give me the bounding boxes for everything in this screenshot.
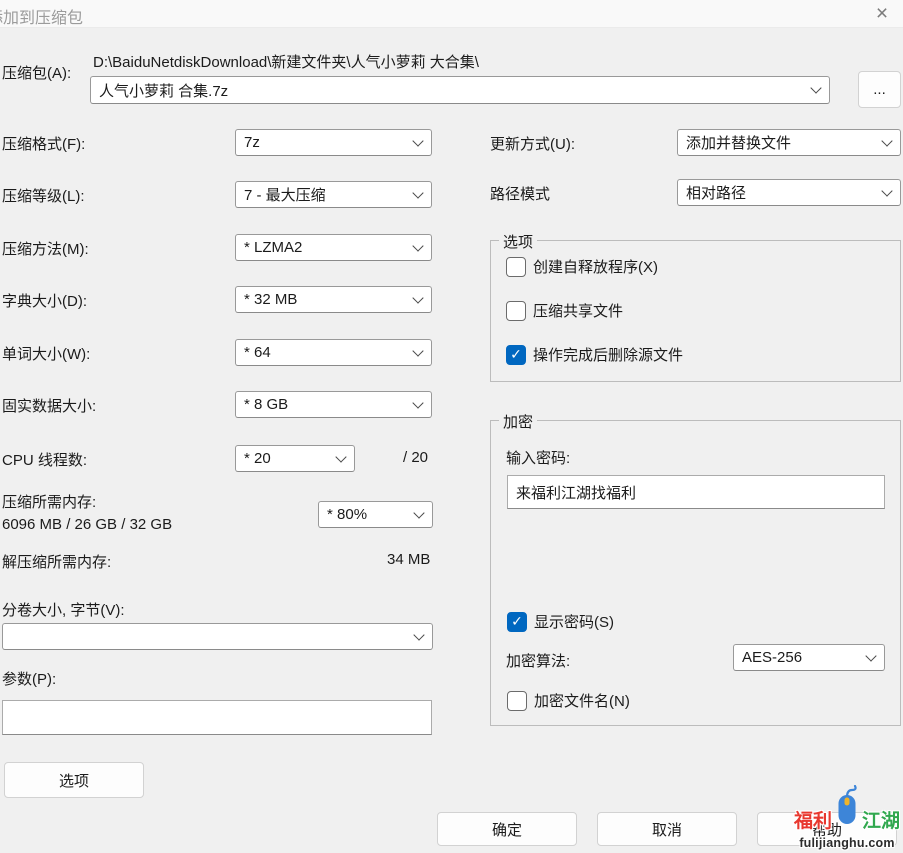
chevron-down-icon [881, 185, 892, 196]
memory-decompress-value: 34 MB [387, 551, 430, 568]
chevron-down-icon [412, 397, 423, 408]
memory-percent-value: * 80% [327, 506, 367, 523]
archive-label: 压缩包(A): [2, 62, 71, 83]
parameters-label: 参数(P): [2, 668, 56, 689]
method-label: 压缩方法(M): [2, 238, 89, 259]
cancel-button[interactable]: 取消 [597, 812, 737, 846]
memory-percent-combobox[interactable]: * 80% [318, 501, 433, 528]
dictionary-value: * 32 MB [244, 291, 297, 308]
cpu-threads-label: CPU 线程数: [2, 449, 87, 470]
chevron-down-icon [412, 345, 423, 356]
solid-size-value: * 8 GB [244, 396, 288, 413]
chevron-down-icon [412, 135, 423, 146]
level-value: 7 - 最大压缩 [244, 184, 326, 205]
chevron-down-icon [810, 82, 821, 93]
checkbox-create-sfx[interactable]: ✓ 创建自释放程序(X) [506, 256, 658, 277]
chevron-down-icon [865, 650, 876, 661]
password-input[interactable] [507, 475, 885, 509]
checkbox-icon: ✓ [507, 612, 527, 632]
cpu-threads-max: / 20 [403, 449, 428, 466]
options-button[interactable]: 选项 [4, 762, 144, 798]
checkbox-icon: ✓ [506, 301, 526, 321]
checkbox-icon: ✓ [506, 257, 526, 277]
dictionary-label: 字典大小(D): [2, 290, 87, 311]
chevron-down-icon [335, 451, 346, 462]
update-mode-label: 更新方式(U): [490, 133, 575, 154]
update-mode-combobox[interactable]: 添加并替换文件 [677, 129, 901, 156]
checkbox-icon: ✓ [506, 345, 526, 365]
level-combobox[interactable]: 7 - 最大压缩 [235, 181, 432, 208]
checkbox-label: 压缩共享文件 [533, 300, 623, 321]
options-groupbox: 选项 ✓ 创建自释放程序(X) ✓ 压缩共享文件 ✓ 操作完成后删除源文件 [490, 240, 901, 382]
chevron-down-icon [413, 629, 424, 640]
level-label: 压缩等级(L): [2, 185, 85, 206]
password-label: 输入密码: [506, 447, 570, 468]
chevron-down-icon [412, 187, 423, 198]
path-mode-value: 相对路径 [686, 182, 746, 203]
encryption-group-title: 加密 [499, 411, 537, 432]
watermark-text: 福利 江湖 [791, 806, 903, 833]
word-size-label: 单词大小(W): [2, 343, 90, 364]
checkbox-label: 创建自释放程序(X) [533, 256, 658, 277]
watermark-part1: 福利 [794, 806, 832, 833]
solid-size-combobox[interactable]: * 8 GB [235, 391, 432, 418]
chevron-down-icon [413, 507, 424, 518]
format-value: 7z [244, 134, 260, 151]
split-size-label: 分卷大小, 字节(V): [2, 599, 125, 620]
checkbox-label: 操作完成后删除源文件 [533, 344, 683, 365]
algorithm-value: AES-256 [742, 649, 802, 666]
format-combobox[interactable]: 7z [235, 129, 432, 156]
cpu-threads-value: * 20 [244, 450, 271, 467]
algorithm-label: 加密算法: [506, 650, 570, 671]
archive-name-value: 人气小萝莉 合集.7z [99, 80, 228, 101]
checkbox-compress-shared[interactable]: ✓ 压缩共享文件 [506, 300, 623, 321]
method-value: * LZMA2 [244, 239, 302, 256]
split-size-combobox[interactable] [2, 623, 433, 650]
options-group-title: 选项 [499, 231, 537, 252]
window-title: 添加到压缩包 [0, 4, 83, 28]
checkbox-label: 加密文件名(N) [534, 690, 630, 711]
chevron-down-icon [881, 135, 892, 146]
checkbox-icon: ✓ [507, 691, 527, 711]
close-icon[interactable]: × [869, 0, 895, 26]
cpu-threads-combobox[interactable]: * 20 [235, 445, 355, 472]
archive-path: D:\BaiduNetdiskDownload\新建文件夹\人气小萝莉 大合集\ [93, 51, 479, 72]
encryption-groupbox: 加密 输入密码: ✓ 显示密码(S) 加密算法: AES-256 ✓ 加密文件名… [490, 420, 901, 726]
browse-button[interactable]: ... [858, 71, 901, 108]
word-size-combobox[interactable]: * 64 [235, 339, 432, 366]
chevron-down-icon [412, 292, 423, 303]
checkbox-delete-after[interactable]: ✓ 操作完成后删除源文件 [506, 344, 683, 365]
update-mode-value: 添加并替换文件 [686, 132, 791, 153]
checkbox-show-password[interactable]: ✓ 显示密码(S) [507, 611, 614, 632]
path-mode-combobox[interactable]: 相对路径 [677, 179, 901, 206]
word-size-value: * 64 [244, 344, 271, 361]
parameters-input[interactable] [2, 700, 432, 735]
ok-button[interactable]: 确定 [437, 812, 577, 846]
method-combobox[interactable]: * LZMA2 [235, 234, 432, 261]
format-label: 压缩格式(F): [2, 133, 85, 154]
memory-compress-detail: 6096 MB / 26 GB / 32 GB [2, 516, 172, 533]
memory-compress-label: 压缩所需内存: [2, 491, 96, 512]
title-bar: 添加到压缩包 × [0, 0, 903, 28]
algorithm-combobox[interactable]: AES-256 [733, 644, 885, 671]
path-mode-label: 路径模式 [490, 183, 550, 204]
checkbox-label: 显示密码(S) [534, 611, 614, 632]
watermark-domain: fulijianghu.com [791, 836, 903, 850]
checkbox-encrypt-names[interactable]: ✓ 加密文件名(N) [507, 690, 630, 711]
watermark-logo: 福利 江湖 fulijianghu.com [791, 785, 903, 853]
watermark-part2: 江湖 [862, 806, 900, 833]
dictionary-combobox[interactable]: * 32 MB [235, 286, 432, 313]
solid-size-label: 固实数据大小: [2, 395, 96, 416]
memory-decompress-label: 解压缩所需内存: [2, 551, 111, 572]
archive-name-combobox[interactable]: 人气小萝莉 合集.7z [90, 76, 830, 104]
chevron-down-icon [412, 240, 423, 251]
